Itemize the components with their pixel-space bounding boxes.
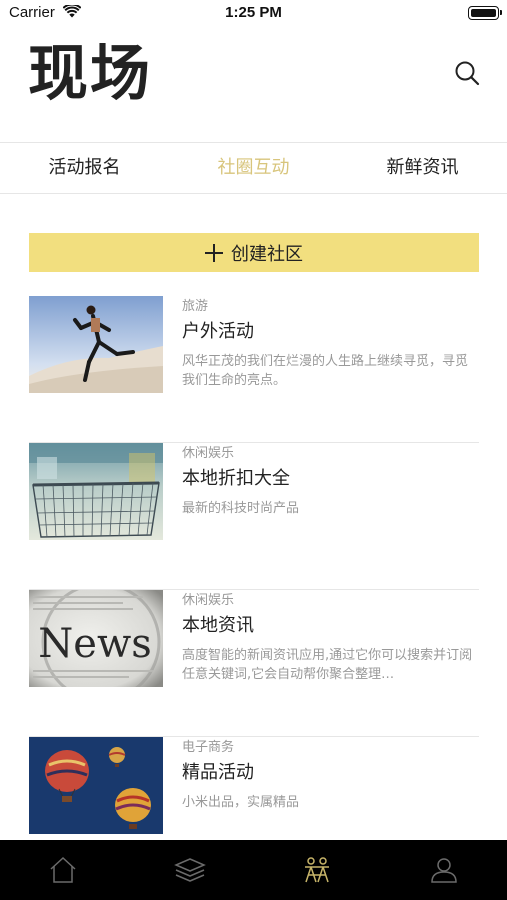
tab-home[interactable] xyxy=(0,840,127,900)
category-tabs: 活动报名 社圈互动 新鲜资讯 xyxy=(0,142,507,194)
item-category: 电子商务 xyxy=(182,740,235,755)
item-category: 休闲娱乐 xyxy=(182,593,235,608)
item-title: 精品活动 xyxy=(182,762,254,783)
shopping-cart-photo xyxy=(29,443,163,540)
home-icon xyxy=(50,856,76,883)
item-title: 户外活动 xyxy=(182,321,254,342)
battery-icon xyxy=(468,6,502,20)
tab-layers[interactable] xyxy=(127,840,254,900)
plus-icon xyxy=(205,243,223,262)
tab-fresh-news[interactable]: 新鲜资讯 xyxy=(338,143,507,193)
tab-profile[interactable] xyxy=(380,840,507,900)
tab-bar xyxy=(0,840,507,900)
item-title: 本地折扣大全 xyxy=(182,468,290,489)
list-item[interactable]: News 休闲娱乐 本地资讯 高度智能的新闻资讯应用,通过它你可以搜索并订阅任意… xyxy=(29,590,479,737)
community-list: 旅游 户外活动 风华正茂的我们在烂漫的人生路上继续寻觅，寻觅我们生命的亮点。 休… xyxy=(29,296,479,884)
item-category: 休闲娱乐 xyxy=(182,446,235,461)
search-icon[interactable] xyxy=(454,60,480,86)
item-description: 小米出品，实属精品 xyxy=(182,795,300,810)
item-description: 高度智能的新闻资讯应用,通过它你可以搜索并订阅任意关键词,它会自动帮你聚合整理… xyxy=(182,648,473,682)
item-category: 旅游 xyxy=(182,299,209,314)
status-bar: Carrier 1:25 PM xyxy=(0,0,507,28)
list-item[interactable]: 休闲娱乐 本地折扣大全 最新的科技时尚产品 xyxy=(29,443,479,590)
tab-community[interactable] xyxy=(254,840,381,900)
profile-icon xyxy=(430,858,457,883)
news-photo: News xyxy=(29,590,163,687)
runner-photo xyxy=(29,296,163,393)
create-community-label: 创建社区 xyxy=(231,243,303,265)
hot-air-balloons-photo xyxy=(29,737,163,834)
item-description: 风华正茂的我们在烂漫的人生路上继续寻觅，寻觅我们生命的亮点。 xyxy=(182,354,469,388)
news-image-text: News xyxy=(38,621,151,667)
clock: 1:25 PM xyxy=(225,4,282,21)
create-community-button[interactable]: 创建社区 xyxy=(29,233,479,272)
list-item[interactable]: 旅游 户外活动 风华正茂的我们在烂漫的人生路上继续寻觅，寻觅我们生命的亮点。 xyxy=(29,296,479,443)
layers-icon xyxy=(174,858,207,882)
community-icon xyxy=(304,857,329,883)
item-description: 最新的科技时尚产品 xyxy=(182,501,300,516)
tab-community-interaction[interactable]: 社圈互动 xyxy=(169,143,338,193)
tab-activity-signup[interactable]: 活动报名 xyxy=(0,143,169,193)
page-title: 现场 xyxy=(28,39,152,109)
item-title: 本地资讯 xyxy=(182,615,254,636)
